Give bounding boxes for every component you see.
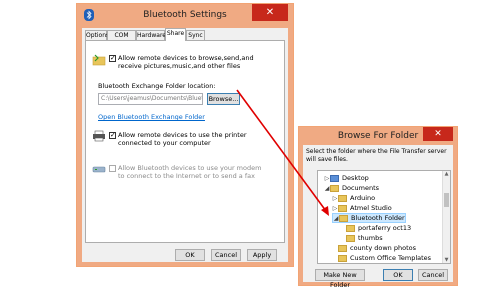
tree-item-arduino[interactable]: ▷ Arduino [332, 193, 375, 203]
scrollbar-thumb[interactable] [444, 193, 449, 207]
browse-cancel-button[interactable]: Cancel [418, 269, 448, 281]
folder-icon [338, 254, 347, 262]
scroll-down-icon[interactable]: ▼ [443, 257, 450, 263]
exchange-folder-field[interactable]: C:\Users\jeamus\Documents\Bluetooth [98, 93, 203, 105]
share-files-checkbox[interactable]: ✓ [109, 55, 116, 62]
bluetooth-settings-window: Bluetooth Settings ✕ Options COM Ports H… [76, 3, 294, 267]
bt-apply-button[interactable]: Apply [247, 249, 277, 261]
bt-close-button[interactable]: ✕ [252, 4, 288, 21]
folder-icon [330, 184, 339, 192]
tree-item-thumbs[interactable]: thumbs [346, 233, 383, 243]
bt-client-area: Options COM Ports Hardware Share Sync ✓ … [82, 28, 288, 262]
browse-folder-window: Browse For Folder ✕ Select the folder wh… [298, 126, 458, 289]
tree-item-bluetooth-folder[interactable]: ◢ Bluetooth Folder [332, 213, 406, 223]
file-share-icon [92, 54, 106, 66]
browse-instruction: Select the folder where the File Transfe… [306, 148, 447, 163]
browse-ok-button[interactable]: OK [383, 269, 413, 281]
printer-checkbox[interactable]: ✓ [109, 132, 116, 139]
tree-scrollbar[interactable]: ▲ ▼ [442, 171, 450, 263]
bt-cancel-button[interactable]: Cancel [211, 249, 241, 261]
browse-titlebar[interactable]: Browse For Folder ✕ [299, 127, 457, 145]
tree-item-custom-office-templates[interactable]: Custom Office Templates [338, 253, 431, 263]
folder-blue-icon [330, 174, 339, 182]
folder-icon [338, 194, 347, 202]
browse-close-button[interactable]: ✕ [423, 127, 453, 141]
modem-label: Allow Bluetooth devices to use your mode… [118, 164, 262, 180]
modem-icon [92, 166, 106, 173]
tree-item-atmel-studio[interactable]: ▷ Atmel Studio [332, 203, 392, 213]
share-tab-panel: ✓ Allow remote devices to browse,send,an… [85, 40, 285, 243]
share-files-label: Allow remote devices to browse,send,and … [118, 54, 254, 70]
modem-checkbox[interactable] [109, 165, 116, 172]
folder-tree[interactable]: ▷ Desktop ◢ Documents ▷ Arduino ▷ Atmel Stud… [317, 170, 451, 264]
bt-ok-button[interactable]: OK [175, 249, 205, 261]
folder-icon [346, 224, 355, 232]
tab-share[interactable]: Share [165, 28, 186, 41]
printer-label: Allow remote devices to use the printer … [118, 131, 247, 147]
browse-button[interactable]: Browse... [207, 93, 240, 105]
browse-client-area: Select the folder where the File Transfe… [303, 145, 453, 289]
folder-icon [346, 234, 355, 242]
folder-icon [338, 204, 347, 212]
tree-item-portaferry-oct13[interactable]: portaferry oct13 [346, 223, 411, 233]
folder-icon [339, 214, 348, 222]
printer-icon [93, 130, 105, 142]
folder-icon [338, 244, 347, 252]
tree-item-documents[interactable]: ◢ Documents [324, 183, 379, 193]
bt-titlebar[interactable]: Bluetooth Settings ✕ [77, 4, 293, 28]
open-exchange-folder-link[interactable]: Open Bluetooth Exchange Folder [98, 113, 205, 121]
tree-item-desktop[interactable]: ▷ Desktop [324, 173, 369, 183]
tree-item-county-down-photos[interactable]: county down photos [338, 243, 416, 253]
make-new-folder-button[interactable]: Make New Folder [315, 269, 365, 289]
exchange-folder-label: Bluetooth Exchange Folder location: [98, 82, 216, 90]
scroll-up-icon[interactable]: ▲ [443, 171, 450, 177]
